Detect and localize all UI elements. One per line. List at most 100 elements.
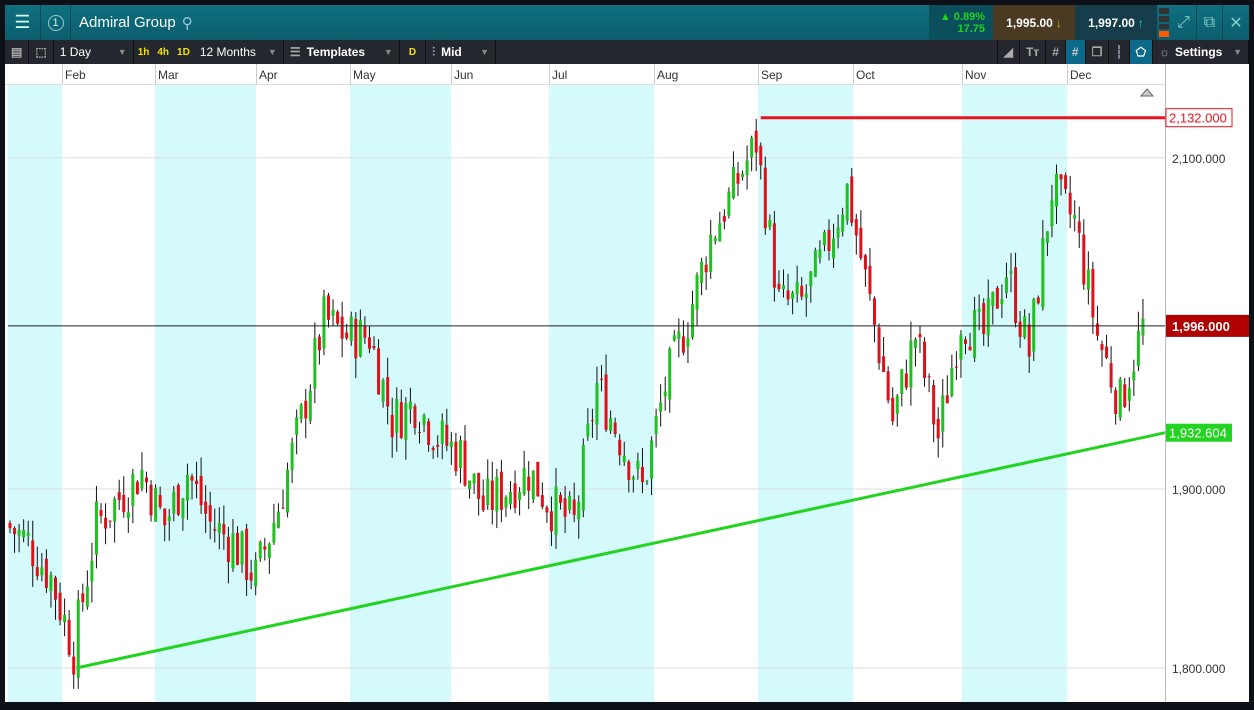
change-absolute: 17.75 — [957, 22, 985, 35]
candle-body — [772, 223, 776, 288]
candle-body — [731, 166, 735, 199]
candle-body — [950, 367, 954, 396]
candle-body — [1073, 215, 1077, 219]
interval-select[interactable]: 1 Day ▼ — [54, 40, 134, 64]
buy-button[interactable]: 1,997.00 ↑ — [1075, 5, 1157, 40]
candle-body — [213, 529, 217, 531]
month-label: Oct — [856, 68, 875, 82]
quick-1h[interactable]: 1h — [134, 40, 154, 64]
candle-body — [336, 311, 340, 324]
candle-body — [1032, 299, 1036, 352]
layout-icon[interactable]: ⬚ — [29, 40, 54, 64]
candle-body — [986, 298, 990, 336]
candle-body — [354, 318, 358, 359]
candle-body — [677, 331, 681, 340]
candle-body — [1041, 238, 1045, 308]
candle-body — [927, 376, 931, 378]
candle-body — [691, 304, 694, 338]
window-number[interactable]: 1 — [41, 5, 71, 40]
price-tick-label: 1,900.000 — [1172, 483, 1226, 497]
candle-body — [1000, 299, 1004, 305]
candle-body — [668, 348, 672, 400]
candle-body — [636, 460, 640, 470]
candle-body — [832, 238, 836, 259]
bottom-border — [5, 702, 1249, 710]
candle-body — [327, 295, 330, 320]
candle-body — [622, 455, 626, 463]
candle-body — [486, 478, 490, 506]
candle-body — [859, 227, 863, 259]
crosshair-candle-icon[interactable]: ┆ — [1109, 40, 1130, 64]
candle-body — [804, 293, 808, 299]
candle-body — [1036, 297, 1040, 304]
candle-body — [1009, 271, 1013, 274]
text-size-icon[interactable]: Tт — [1020, 40, 1047, 64]
candle-body — [631, 477, 635, 480]
current-price-label: 1,996.000 — [1172, 319, 1230, 334]
candle-body — [85, 586, 89, 607]
candle-body — [581, 444, 585, 511]
candle-body — [549, 511, 553, 532]
grid-icon[interactable]: # — [1046, 40, 1066, 64]
month-shade — [350, 85, 451, 702]
candle-body — [800, 285, 804, 297]
month-label: Mar — [158, 68, 179, 82]
change-percent: ▲ 0.89% — [939, 10, 985, 23]
candle-body — [600, 378, 603, 380]
candle-body — [882, 356, 886, 372]
candle-body — [686, 338, 690, 347]
grid-edit-icon[interactable]: # — [1065, 40, 1086, 64]
candle-body — [67, 619, 71, 656]
close-icon[interactable]: ✕ — [1223, 5, 1249, 40]
candle-body — [317, 336, 321, 351]
candle-body — [791, 292, 795, 299]
price-chart[interactable]: Feb Mar Apr May Jun Jul Aug Sep Oct Nov Dec 1,800.0… — [0, 64, 1254, 710]
list-icon[interactable]: ▤ — [5, 40, 30, 64]
candle-body — [1059, 174, 1063, 180]
candle-body — [263, 546, 267, 550]
expand-icon[interactable]: ⤢ — [1171, 5, 1197, 40]
candle-body — [499, 471, 503, 510]
search-icon[interactable]: ⚲ — [182, 14, 193, 32]
candle-body — [340, 316, 344, 339]
candle-body — [208, 505, 212, 522]
signal-bars-icon — [1157, 5, 1171, 40]
quick-4h[interactable]: 4h — [153, 40, 173, 64]
candle-body — [117, 492, 121, 501]
price-type-select[interactable]: ⫶ Mid ▼ — [426, 40, 497, 64]
layers-icon[interactable]: ❐ — [1086, 40, 1110, 64]
gear-icon: ☼ — [1159, 45, 1170, 59]
candle-body — [863, 255, 867, 270]
candle-body — [140, 469, 144, 489]
candle-body — [381, 380, 385, 402]
candle-body — [167, 516, 171, 522]
quick-1d[interactable]: 1D — [173, 40, 194, 64]
label-tag-icon[interactable]: ⬠ — [1129, 40, 1153, 64]
candle-body — [363, 325, 367, 338]
candle-body — [468, 480, 472, 490]
instrument-title[interactable]: Admiral Group — [79, 14, 176, 31]
settings-menu[interactable]: ☼ Settings ▼ — [1153, 40, 1249, 64]
candle-body — [891, 397, 895, 422]
candle-body — [909, 340, 913, 388]
candle-body — [276, 511, 280, 528]
candle-body — [613, 422, 617, 435]
month-label: Jul — [552, 68, 567, 82]
draw-icon[interactable]: ◢ — [996, 40, 1020, 64]
menu-button[interactable]: ☰ — [5, 5, 41, 40]
d-button[interactable]: D — [400, 40, 427, 64]
candle-body — [377, 348, 381, 395]
templates-icon: ☰ — [289, 45, 301, 59]
candle-body — [331, 309, 335, 316]
candle-body — [254, 559, 258, 587]
templates-select[interactable]: ☰ Templates ▼ — [284, 40, 400, 64]
instrument-header: ☰ 1 Admiral Group ⚲ ▲ 0.89% 17.75 1,995.… — [5, 5, 1249, 40]
candle-body — [768, 220, 772, 228]
sell-button[interactable]: 1,995.00 ↓ — [993, 5, 1075, 40]
popout-icon[interactable]: ⧉ — [1197, 5, 1223, 40]
candle-body — [991, 292, 995, 306]
range-select[interactable]: 12 Months ▼ — [194, 40, 284, 64]
candle-body — [463, 440, 467, 486]
candle-body — [436, 444, 440, 447]
candle-body — [586, 423, 590, 437]
